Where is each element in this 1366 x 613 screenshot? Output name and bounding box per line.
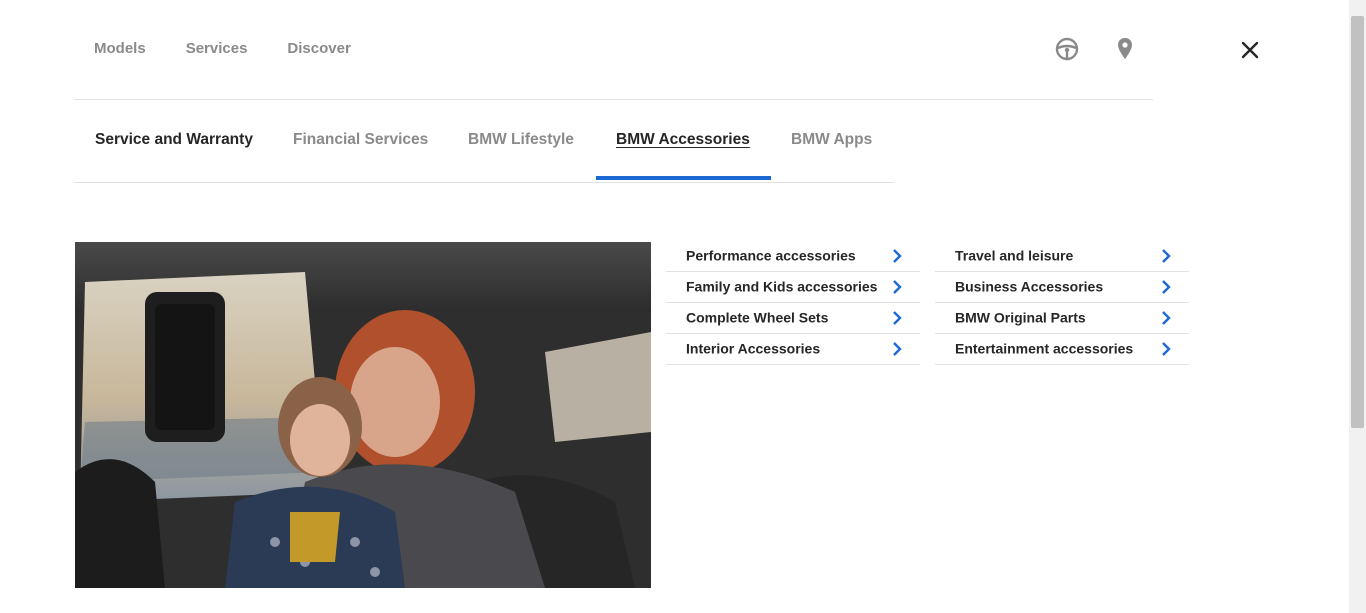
steering-wheel-icon[interactable] — [1055, 37, 1079, 66]
hero-image — [75, 242, 651, 588]
menu-item-label: Interior Accessories — [686, 340, 821, 357]
hero-illustration — [75, 242, 651, 588]
close-icon[interactable] — [1241, 41, 1259, 64]
menu-item-family-and-kids-accessories[interactable]: Family and Kids accessories — [666, 272, 920, 303]
nav-item-models[interactable]: Models — [94, 40, 146, 57]
chevron-right-icon — [1162, 280, 1171, 294]
menu-item-label: Performance accessories — [686, 247, 856, 264]
chevron-right-icon — [1162, 342, 1171, 356]
chevron-right-icon — [893, 249, 902, 263]
tab-bmw-apps[interactable]: BMW Apps — [791, 131, 872, 149]
nav-item-services[interactable]: Services — [186, 40, 248, 57]
menu-item-business-accessories[interactable]: Business Accessories — [935, 272, 1189, 303]
menu-item-travel-and-leisure[interactable]: Travel and leisure — [935, 241, 1189, 272]
tab-bmw-accessories[interactable]: BMW Accessories — [616, 131, 750, 149]
menu-item-label: BMW Original Parts — [955, 309, 1086, 326]
menu-item-performance-accessories[interactable]: Performance accessories — [666, 241, 920, 272]
page-scrollbar[interactable] — [1349, 0, 1366, 613]
chevron-right-icon — [893, 311, 902, 325]
menu-item-label: Entertainment accessories — [955, 340, 1134, 357]
chevron-right-icon — [893, 342, 902, 356]
tab-bar: Service and Warranty Financial Services … — [74, 100, 894, 183]
menu-item-bmw-original-parts[interactable]: BMW Original Parts — [935, 303, 1189, 334]
menu-item-entertainment-accessories[interactable]: Entertainment accessories — [935, 334, 1189, 365]
menu-item-label: Family and Kids accessories — [686, 278, 878, 295]
scrollbar-thumb[interactable] — [1351, 16, 1364, 428]
menu-item-complete-wheel-sets[interactable]: Complete Wheel Sets — [666, 303, 920, 334]
tab-service-and-warranty[interactable]: Service and Warranty — [95, 131, 253, 149]
menu-item-label: Travel and leisure — [955, 247, 1074, 264]
menu-item-interior-accessories[interactable]: Interior Accessories — [666, 334, 920, 365]
tab-bmw-lifestyle[interactable]: BMW Lifestyle — [468, 131, 574, 149]
active-tab-indicator — [596, 176, 771, 180]
accessories-menu-right: Travel and leisure Business Accessories … — [935, 241, 1189, 365]
top-nav: Models Services Discover — [94, 40, 391, 57]
chevron-right-icon — [1162, 311, 1171, 325]
accessories-menu-left: Performance accessories Family and Kids … — [666, 241, 920, 365]
menu-item-label: Complete Wheel Sets — [686, 309, 829, 326]
nav-item-discover[interactable]: Discover — [287, 40, 350, 57]
chevron-right-icon — [893, 280, 902, 294]
tab-financial-services[interactable]: Financial Services — [293, 131, 428, 149]
menu-item-label: Business Accessories — [955, 278, 1104, 295]
chevron-right-icon — [1162, 249, 1171, 263]
location-pin-icon[interactable] — [1117, 37, 1133, 66]
